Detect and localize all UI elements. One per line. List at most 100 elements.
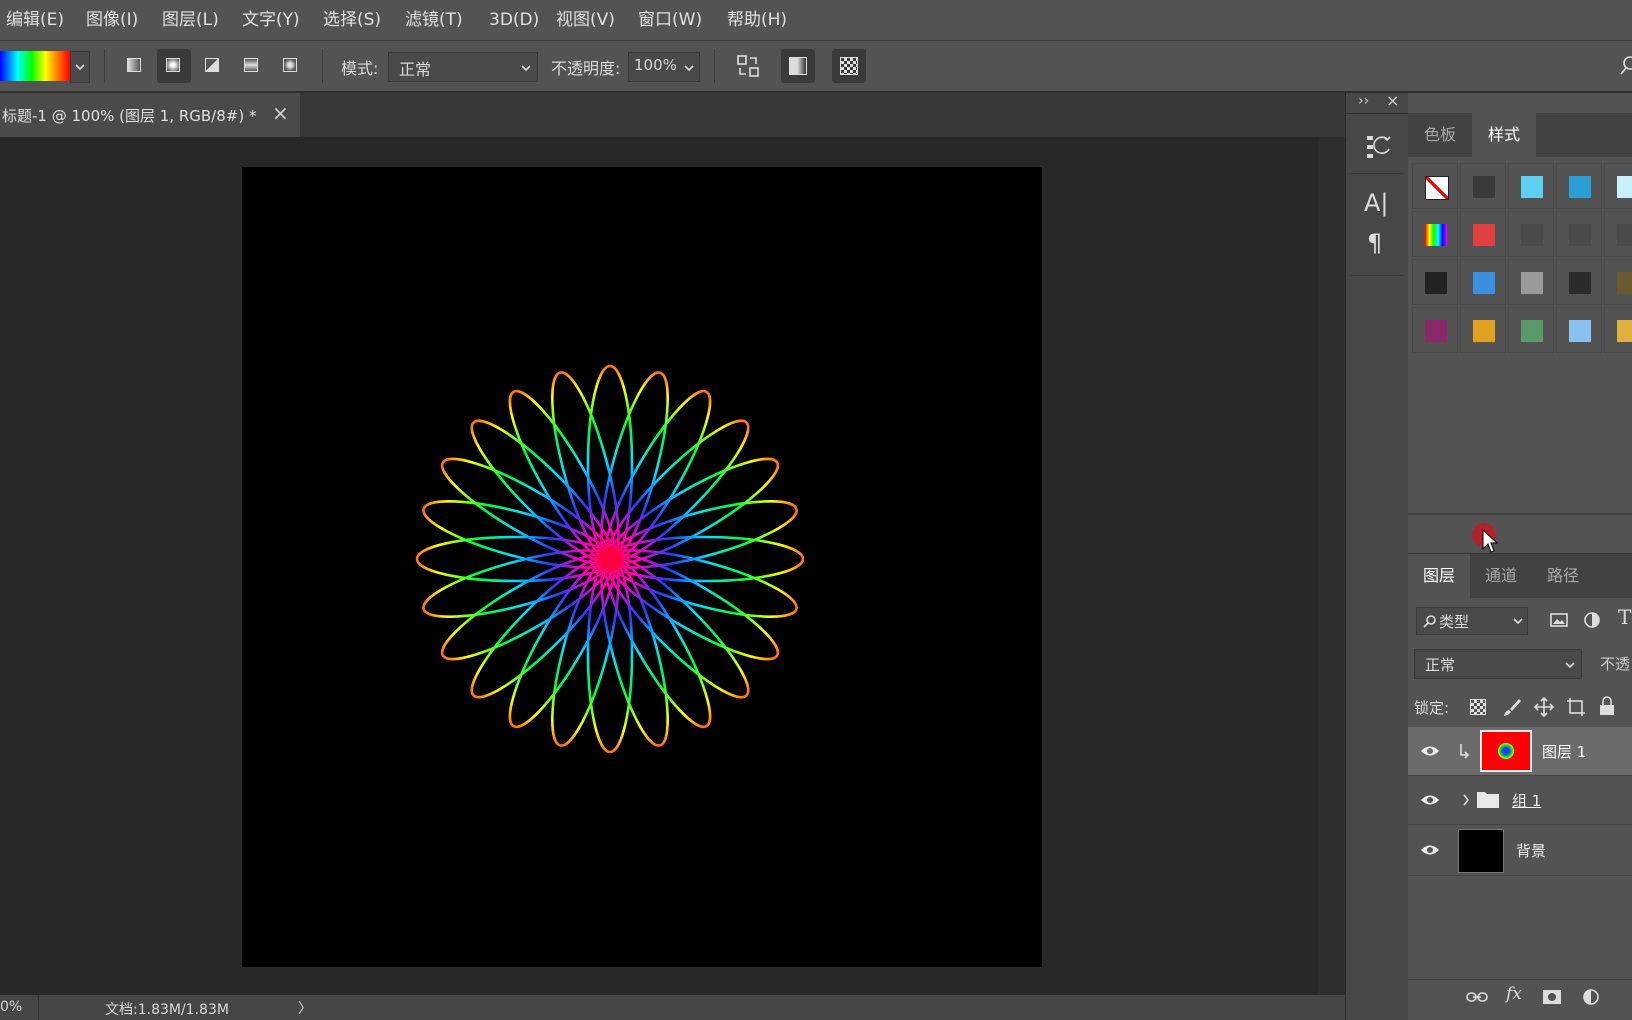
fx-icon[interactable]: fx [1506, 984, 1522, 1004]
flower-center [598, 547, 622, 571]
rainbow-spirograph-artwork [415, 364, 805, 754]
layer-row-group-1[interactable]: 组 1 [1408, 776, 1632, 825]
document-canvas[interactable] [242, 167, 1042, 967]
opacity-field[interactable]: 100% [628, 52, 700, 82]
menu-window[interactable]: 窗口(W) [638, 0, 702, 40]
opacity-value: 100% [634, 56, 677, 74]
dither-button[interactable] [781, 49, 815, 83]
status-menu-arrow[interactable]: 〉 [298, 998, 312, 1018]
layer-name[interactable]: 背景 [1516, 840, 1546, 861]
style-swatch[interactable] [1508, 307, 1554, 353]
layer-name[interactable]: 组 1 [1512, 790, 1541, 811]
style-swatch[interactable] [1412, 259, 1458, 305]
angle-gradient-button[interactable] [196, 49, 230, 83]
layer-blend-mode-dropdown[interactable]: 正常 [1414, 649, 1582, 679]
divider [1346, 113, 1408, 114]
visibility-eye-icon[interactable] [1420, 744, 1440, 758]
menu-image[interactable]: 图像(I) [86, 0, 138, 40]
folder-icon [1477, 792, 1499, 808]
lock-label: 锁定: [1414, 699, 1450, 717]
visibility-eye-icon[interactable] [1420, 793, 1440, 807]
diamond-gradient-button[interactable] [274, 49, 308, 83]
layer-name[interactable]: 图层 1 [1542, 741, 1586, 762]
add-mask-icon[interactable] [1542, 989, 1562, 1005]
menu-type[interactable]: 文字(Y) [242, 0, 300, 40]
menu-filter[interactable]: 滤镜(T) [405, 0, 463, 40]
lock-position-move-icon[interactable] [1534, 697, 1554, 717]
style-swatch[interactable] [1412, 307, 1458, 353]
reverse-icon [737, 55, 759, 77]
divider [322, 49, 323, 83]
close-panels-icon[interactable]: × [1386, 91, 1399, 110]
history-icon[interactable] [1365, 133, 1391, 161]
reverse-button[interactable] [731, 49, 765, 83]
radial-gradient-button[interactable] [157, 49, 191, 83]
paragraph-icon[interactable]: ¶ [1367, 229, 1382, 257]
style-swatch[interactable] [1412, 163, 1458, 209]
chevron-down-icon [75, 64, 85, 71]
style-swatch[interactable] [1508, 211, 1554, 257]
character-icon[interactable]: A| [1364, 189, 1389, 217]
style-swatch[interactable] [1508, 163, 1554, 209]
style-swatch[interactable] [1412, 211, 1458, 257]
layer-row-background[interactable]: 背景 [1408, 825, 1632, 876]
style-swatch[interactable] [1556, 307, 1602, 353]
style-swatch[interactable] [1556, 259, 1602, 305]
gradient-preview[interactable] [0, 51, 70, 81]
menu-edit[interactable]: 编辑(E) [6, 0, 64, 40]
menu-help[interactable]: 帮助(H) [727, 0, 787, 40]
lock-all-icon[interactable] [1598, 696, 1616, 716]
vertical-scrollbar[interactable] [1318, 137, 1345, 995]
style-swatch[interactable] [1604, 259, 1632, 305]
document-tab[interactable]: 标题-1 @ 100% (图层 1, RGB/8#) * × [0, 93, 300, 137]
type-filter-icon[interactable]: T [1618, 605, 1631, 629]
layer-row-layer-1[interactable]: 图层 1 [1408, 727, 1632, 776]
style-swatch[interactable] [1460, 259, 1506, 305]
lock-transparent-icon[interactable] [1470, 699, 1486, 715]
image-filter-icon[interactable] [1550, 611, 1568, 629]
transparency-button[interactable] [832, 49, 866, 83]
style-swatch[interactable] [1508, 259, 1554, 305]
adjustment-layer-icon[interactable] [1582, 988, 1600, 1006]
menu-select[interactable]: 选择(S) [323, 0, 381, 40]
menu-layer[interactable]: 图层(L) [162, 0, 219, 40]
angle-gradient-icon [205, 58, 219, 72]
menu-3d[interactable]: 3D(D) [489, 0, 539, 40]
style-swatch-preview [1569, 320, 1591, 342]
style-swatch[interactable] [1604, 307, 1632, 353]
divider [714, 49, 715, 83]
chevron-right-icon[interactable] [1462, 794, 1470, 806]
reflected-gradient-button[interactable] [235, 49, 269, 83]
style-swatch-preview [1569, 224, 1591, 246]
checkerboard-icon [840, 57, 858, 75]
link-layers-icon[interactable] [1466, 990, 1488, 1004]
style-swatch[interactable] [1556, 163, 1602, 209]
lock-pixels-brush-icon[interactable] [1502, 697, 1522, 717]
mode-dropdown[interactable]: 正常 [388, 52, 538, 82]
style-swatch[interactable] [1604, 163, 1632, 209]
collapse-panels-icon[interactable]: ›› [1358, 93, 1369, 109]
zoom-level[interactable]: 0% [0, 999, 22, 1015]
style-swatch-preview [1473, 272, 1495, 294]
style-swatch[interactable] [1604, 211, 1632, 257]
lock-artboard-icon[interactable] [1566, 697, 1586, 717]
style-swatch[interactable] [1460, 307, 1506, 353]
document-close-icon[interactable]: × [272, 101, 289, 125]
linear-gradient-button[interactable] [118, 49, 152, 83]
search-icon[interactable] [1620, 55, 1632, 77]
style-swatch[interactable] [1460, 211, 1506, 257]
gradient-picker-dropdown[interactable] [70, 51, 90, 83]
layer-filter-dropdown[interactable]: 类型 [1416, 607, 1528, 635]
tab-styles[interactable]: 样式 [1472, 113, 1536, 157]
menu-view[interactable]: 视图(V) [556, 0, 615, 40]
tab-layers[interactable]: 图层 [1408, 554, 1470, 598]
style-swatch-preview [1425, 224, 1447, 246]
tab-channels[interactable]: 通道 [1470, 554, 1532, 598]
style-swatch[interactable] [1556, 211, 1602, 257]
tab-paths[interactable]: 路径 [1532, 554, 1594, 598]
document-tab-title: 标题-1 @ 100% (图层 1, RGB/8#) * [2, 107, 257, 125]
visibility-eye-icon[interactable] [1420, 843, 1440, 857]
style-swatch[interactable] [1460, 163, 1506, 209]
tab-swatches[interactable]: 色板 [1408, 113, 1472, 157]
adjustment-filter-icon[interactable] [1583, 611, 1601, 629]
